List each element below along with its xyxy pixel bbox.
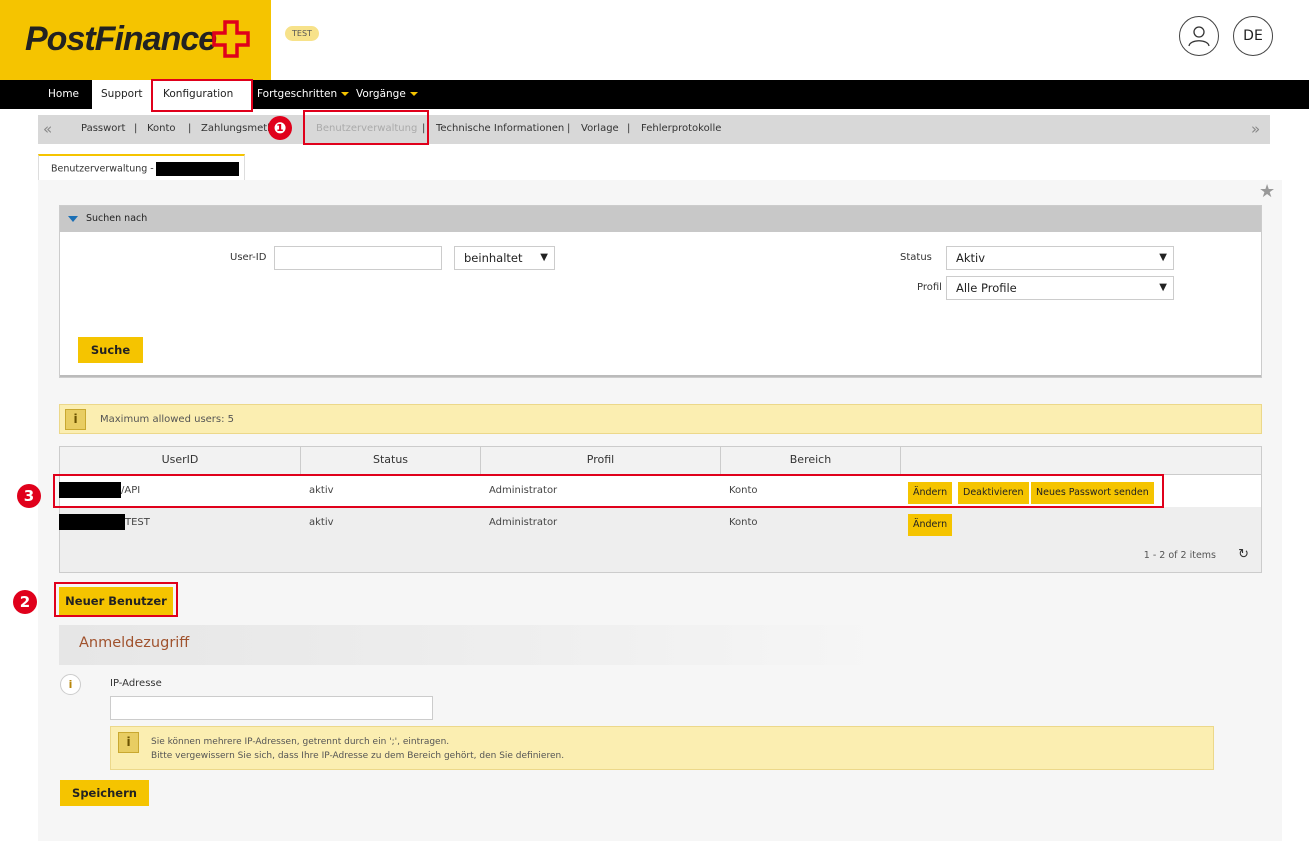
edit-button[interactable]: Ändern xyxy=(908,514,953,536)
annotation-box-konfiguration xyxy=(151,79,253,112)
annotation-box-row xyxy=(53,474,1164,508)
redacted-block xyxy=(59,514,125,530)
user-icon xyxy=(1188,26,1210,47)
column-bereich[interactable]: Bereich xyxy=(721,447,901,475)
page: PostFinance TEST DE Home Support Konfigu… xyxy=(0,0,1309,841)
nav-home-label: Home xyxy=(48,88,80,100)
subnav-fehlerprotokolle[interactable]: Fehlerprotokolle xyxy=(641,115,721,144)
match-select[interactable]: beinhaltet ▼ xyxy=(454,246,555,270)
pager-info: 1 - 2 of 2 items xyxy=(1143,550,1216,561)
users-table: UserID Status Profil Bereich /API aktiv … xyxy=(59,446,1262,573)
env-badge: TEST xyxy=(285,26,319,41)
column-userid[interactable]: UserID xyxy=(60,447,301,475)
search-panel-header[interactable]: Suchen nach xyxy=(60,206,1261,232)
scroll-left-icon[interactable]: « xyxy=(43,115,52,144)
chevron-down-icon xyxy=(341,92,350,96)
logo-text: PostFinance xyxy=(25,20,217,58)
scroll-right-icon[interactable]: » xyxy=(1251,115,1260,144)
cell-status: aktiv xyxy=(309,517,334,528)
redacted-block xyxy=(155,162,239,176)
search-panel: Suchen nach User-ID beinhaltet ▼ Status A… xyxy=(59,205,1262,378)
userid-suffix: TEST xyxy=(125,517,150,528)
status-select-value: Aktiv xyxy=(956,251,986,265)
subnav-technische-informationen[interactable]: Technische Informationen xyxy=(436,115,564,144)
column-status[interactable]: Status xyxy=(301,447,481,475)
annotation-box-benutzerverwaltung xyxy=(303,110,429,145)
profil-label: Profil xyxy=(917,282,942,293)
refresh-icon[interactable]: ↻ xyxy=(1238,547,1249,562)
save-button[interactable]: Speichern xyxy=(60,780,149,806)
hint-line-2: Bitte vergewissern Sie sich, dass Ihre I… xyxy=(151,751,565,761)
nav-vorgaenge-label: Vorgänge xyxy=(356,88,406,100)
nav-fortgeschritten[interactable]: Fortgeschritten xyxy=(257,80,350,109)
subnav-zahlungsmethoden[interactable]: Zahlungsmeth xyxy=(201,115,269,144)
profil-select-value: Alle Profile xyxy=(956,281,1017,295)
nav-home[interactable]: Home xyxy=(48,80,79,109)
ip-address-input[interactable] xyxy=(110,696,433,720)
search-header-label: Suchen nach xyxy=(86,213,148,224)
hint-line-1: Sie können mehrere IP-Adressen, getrennt… xyxy=(151,737,450,747)
subnav-separator: | xyxy=(134,123,138,134)
max-users-text: Maximum allowed users: 5 xyxy=(100,414,235,425)
cell-userid: TEST xyxy=(59,507,301,539)
logo-area[interactable]: PostFinance xyxy=(0,0,271,80)
chevron-down-icon xyxy=(409,92,418,96)
annotation-badge-1: ❶ xyxy=(268,116,292,140)
subnav-separator: | xyxy=(627,123,631,134)
status-label: Status xyxy=(900,252,932,263)
info-icon[interactable]: i xyxy=(60,674,81,695)
dropdown-arrow-icon: ▼ xyxy=(540,252,548,263)
subnav-konto[interactable]: Konto xyxy=(147,115,176,144)
dropdown-arrow-icon: ▼ xyxy=(1159,252,1167,263)
cell-profil: Administrator xyxy=(489,517,558,528)
info-icon: i xyxy=(118,732,139,753)
table-row: TEST aktiv Administrator Konto Ändern xyxy=(59,507,1261,539)
user-account-button[interactable] xyxy=(1179,16,1219,56)
anmeldezugriff-title: Anmeldezugriff xyxy=(59,625,889,665)
annotation-badge-2: 2 xyxy=(13,590,37,614)
dropdown-arrow-icon: ▼ xyxy=(1159,282,1167,293)
nav-fortgeschritten-label: Fortgeschritten xyxy=(257,88,338,100)
userid-input[interactable] xyxy=(274,246,442,270)
match-select-value: beinhaltet xyxy=(464,251,523,265)
collapse-triangle-icon xyxy=(68,215,78,222)
cell-bereich: Konto xyxy=(729,517,758,528)
info-icon: i xyxy=(65,409,86,430)
ip-address-label: IP-Adresse xyxy=(110,678,162,689)
annotation-badge-3: 3 xyxy=(17,484,41,508)
subnav-separator: | xyxy=(567,123,571,134)
column-actions xyxy=(901,447,1262,475)
sub-nav: « Passwort | Konto | Zahlungsmeth Benutz… xyxy=(38,115,1270,144)
profil-select[interactable]: Alle Profile ▼ xyxy=(946,276,1174,300)
table-header: UserID Status Profil Bereich xyxy=(60,447,1261,475)
panel-bottom-border xyxy=(60,375,1261,377)
favorite-star-icon[interactable]: ★ xyxy=(1259,181,1275,202)
annotation-box-new-user xyxy=(54,582,178,617)
nav-vorgaenge[interactable]: Vorgänge xyxy=(356,80,418,109)
userid-label: User-ID xyxy=(230,252,267,263)
nav-support-label: Support xyxy=(101,88,143,100)
subnav-passwort[interactable]: Passwort xyxy=(81,115,125,144)
subnav-vorlage[interactable]: Vorlage xyxy=(581,115,619,144)
tab-benutzerverwaltung[interactable]: Benutzerverwaltung - xyxy=(38,154,245,180)
max-users-info: i Maximum allowed users: 5 xyxy=(59,404,1262,434)
ip-hint-box: i Sie können mehrere IP-Adressen, getren… xyxy=(110,726,1214,770)
status-select[interactable]: Aktiv ▼ xyxy=(946,246,1174,270)
language-button[interactable]: DE xyxy=(1233,16,1273,56)
subnav-separator: | xyxy=(188,123,192,134)
column-profil[interactable]: Profil xyxy=(481,447,721,475)
nav-support[interactable]: Support xyxy=(92,80,152,109)
tab-label: Benutzerverwaltung - xyxy=(51,163,154,175)
search-button[interactable]: Suche xyxy=(78,337,143,363)
swiss-cross-logo-icon xyxy=(212,20,250,58)
